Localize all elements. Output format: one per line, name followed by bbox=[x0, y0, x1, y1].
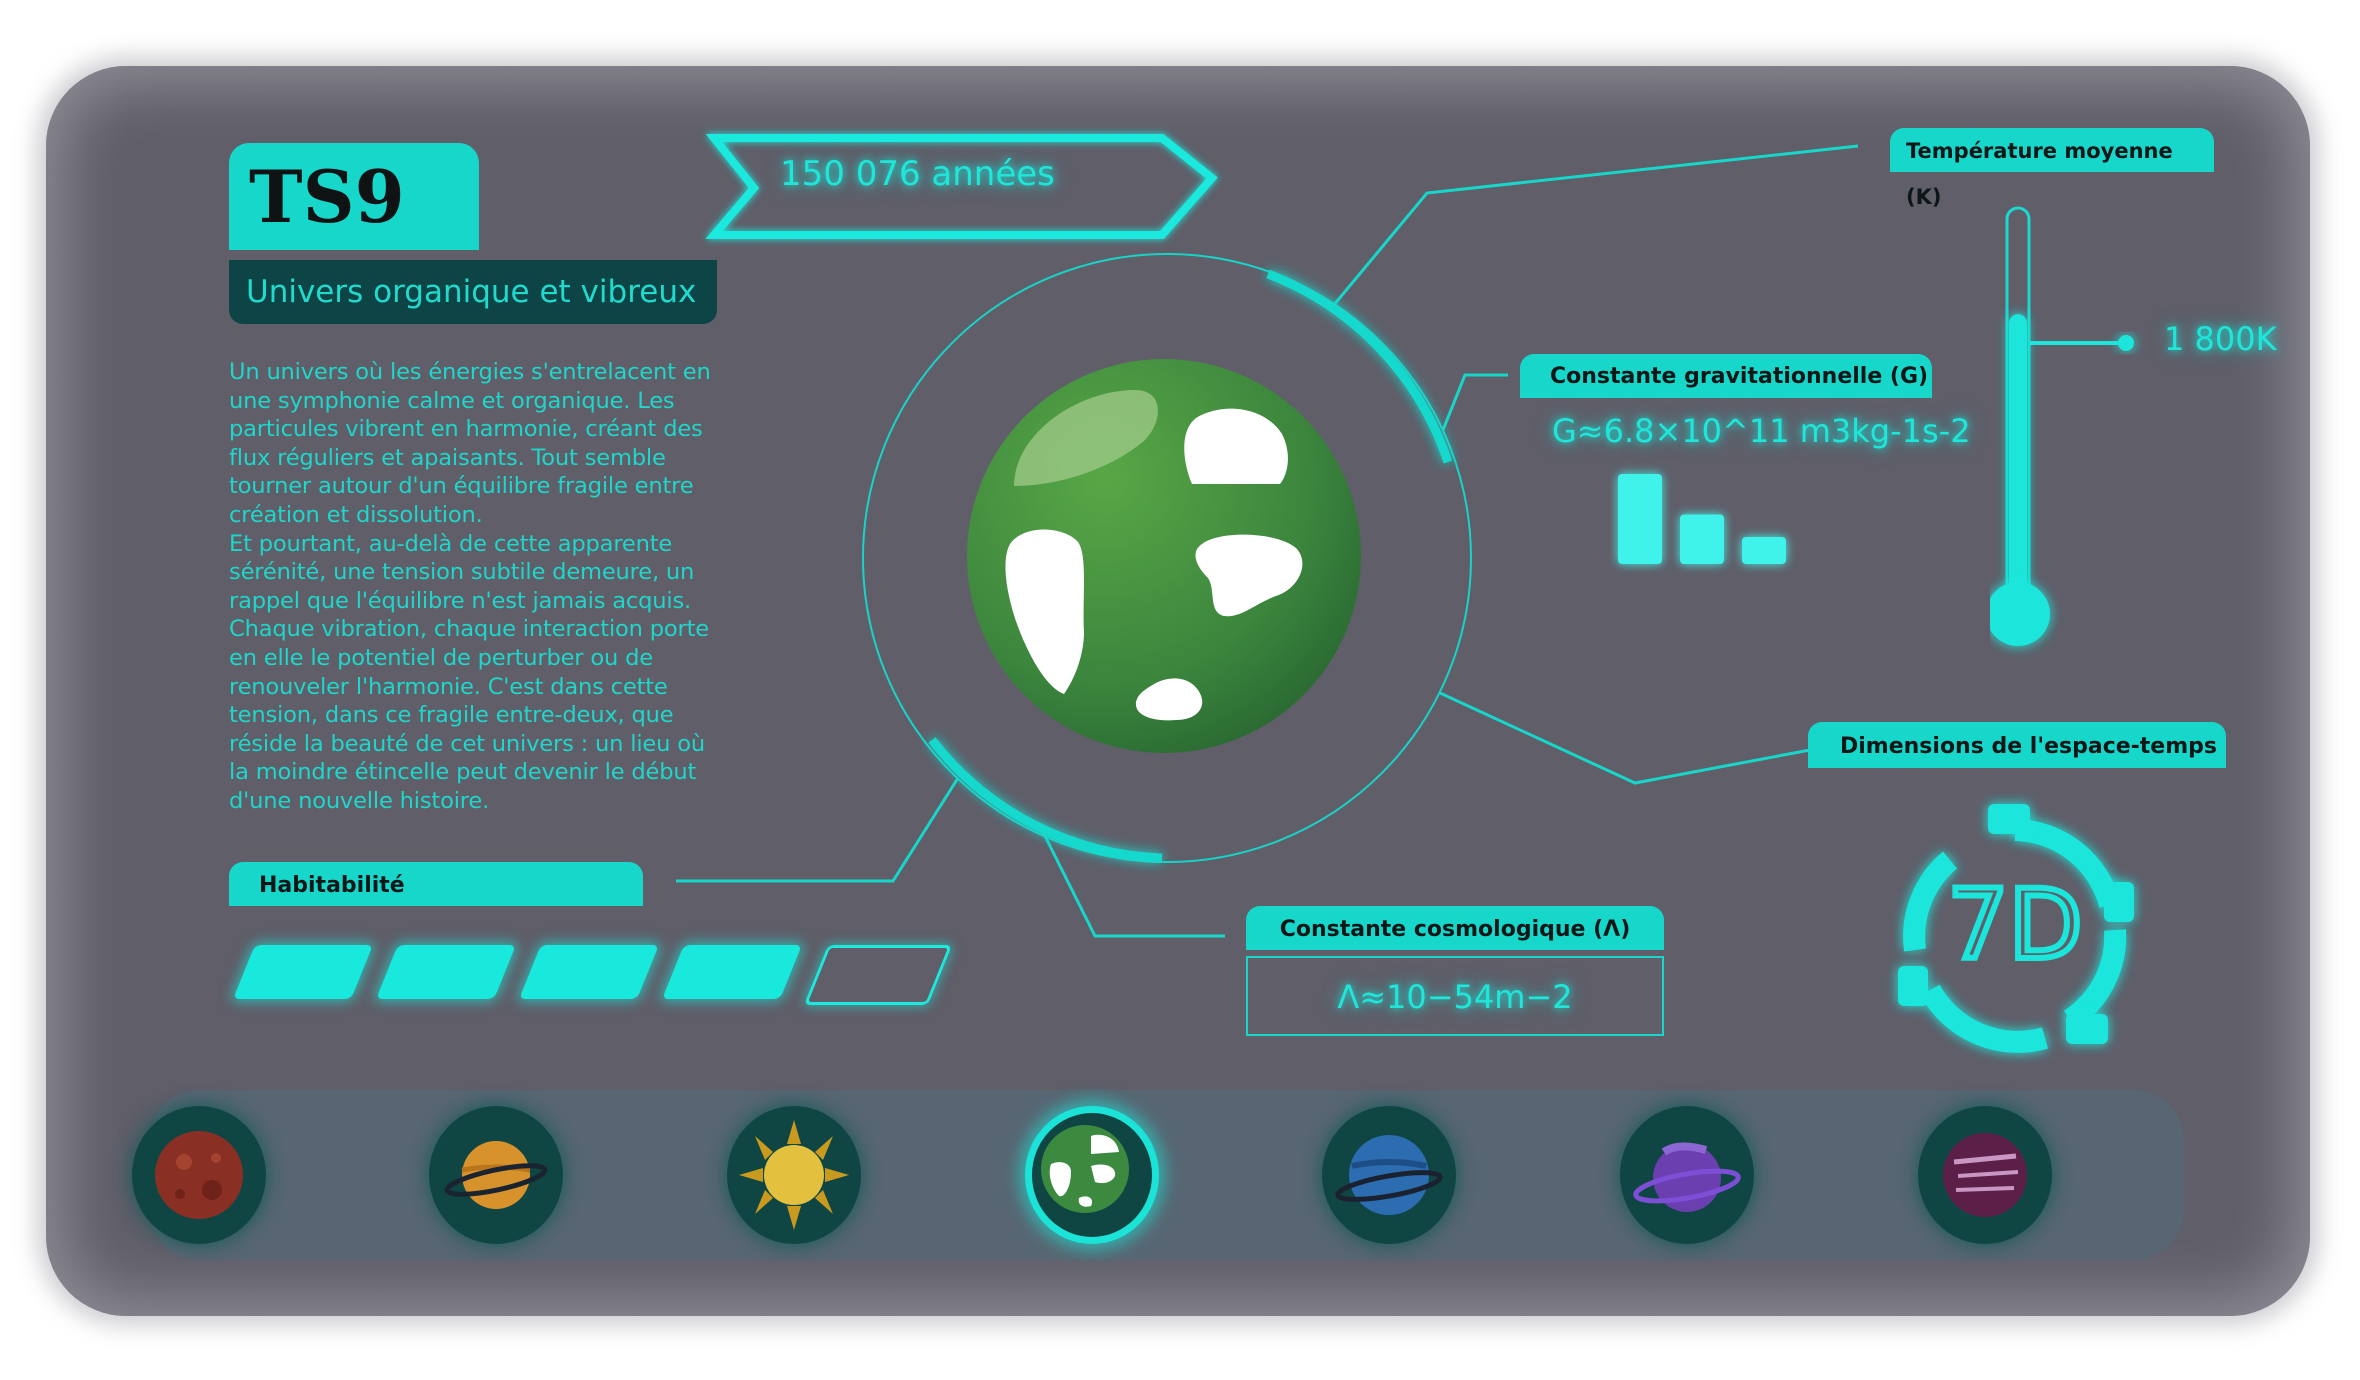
universe-age: 150 076 années bbox=[780, 154, 1055, 194]
striped-purple-planet-icon bbox=[1943, 1133, 2027, 1217]
gravitation-bars bbox=[1618, 474, 1786, 564]
thermometer-gauge bbox=[1990, 206, 2134, 646]
cosmological-value: Λ≈10−54m−2 bbox=[1246, 956, 1664, 1036]
gravitation-bar bbox=[1680, 514, 1724, 564]
gravitation-label: Constante gravitationnelle (G) bbox=[1520, 354, 1932, 398]
gravitation-value: G≈6.8×10^11 m3kg-1s-2 bbox=[1552, 412, 1971, 450]
universe-subtitle: Univers organique et vibreux bbox=[229, 260, 717, 324]
temperature-value: 1 800K bbox=[2164, 320, 2277, 358]
green-planet-icon bbox=[1041, 1125, 1129, 1213]
red-planet-icon bbox=[155, 1131, 243, 1219]
spacetime-label: Dimensions de l'espace-temps bbox=[1808, 722, 2226, 768]
universe-selector-item[interactable] bbox=[1620, 1106, 1754, 1244]
thermometer-bulb bbox=[1990, 582, 2050, 646]
gravitation-bar bbox=[1618, 474, 1662, 564]
habitability-segment-filled bbox=[519, 945, 659, 999]
blue-ringed-planet-icon bbox=[1335, 1135, 1443, 1215]
temperature-label: Température moyenne (K) bbox=[1890, 128, 2214, 209]
sun-icon bbox=[739, 1120, 849, 1230]
gravitation-bar bbox=[1742, 537, 1786, 564]
purple-ringed-planet-icon bbox=[1633, 1142, 1741, 1212]
universe-selector-item[interactable] bbox=[429, 1106, 563, 1244]
habitability-segment-empty bbox=[803, 945, 953, 1005]
habitability-label: Habitabilité bbox=[229, 862, 643, 906]
habitability-segment-filled bbox=[233, 945, 373, 999]
universe-selector-item[interactable] bbox=[132, 1106, 266, 1244]
spacetime-gear-icon: 7D bbox=[1898, 804, 2134, 1053]
universe-selector-item[interactable] bbox=[1025, 1106, 1159, 1244]
universe-code: TS9 bbox=[229, 143, 479, 250]
universe-selector-item[interactable] bbox=[1322, 1106, 1456, 1244]
universe-selector-item[interactable] bbox=[727, 1106, 861, 1244]
spacetime-value: 7D bbox=[1948, 869, 2083, 981]
habitability-segment-filled bbox=[662, 945, 802, 999]
universe-selector-item[interactable] bbox=[1918, 1106, 2052, 1244]
green-planet-illustration bbox=[967, 359, 1361, 753]
habitability-segment-filled bbox=[376, 945, 516, 999]
universe-description: Un univers où les énergies s'entrelacent… bbox=[229, 359, 711, 814]
cosmological-label: Constante cosmologique (Λ) bbox=[1246, 906, 1664, 950]
ringed-orange-planet-icon bbox=[444, 1141, 548, 1209]
